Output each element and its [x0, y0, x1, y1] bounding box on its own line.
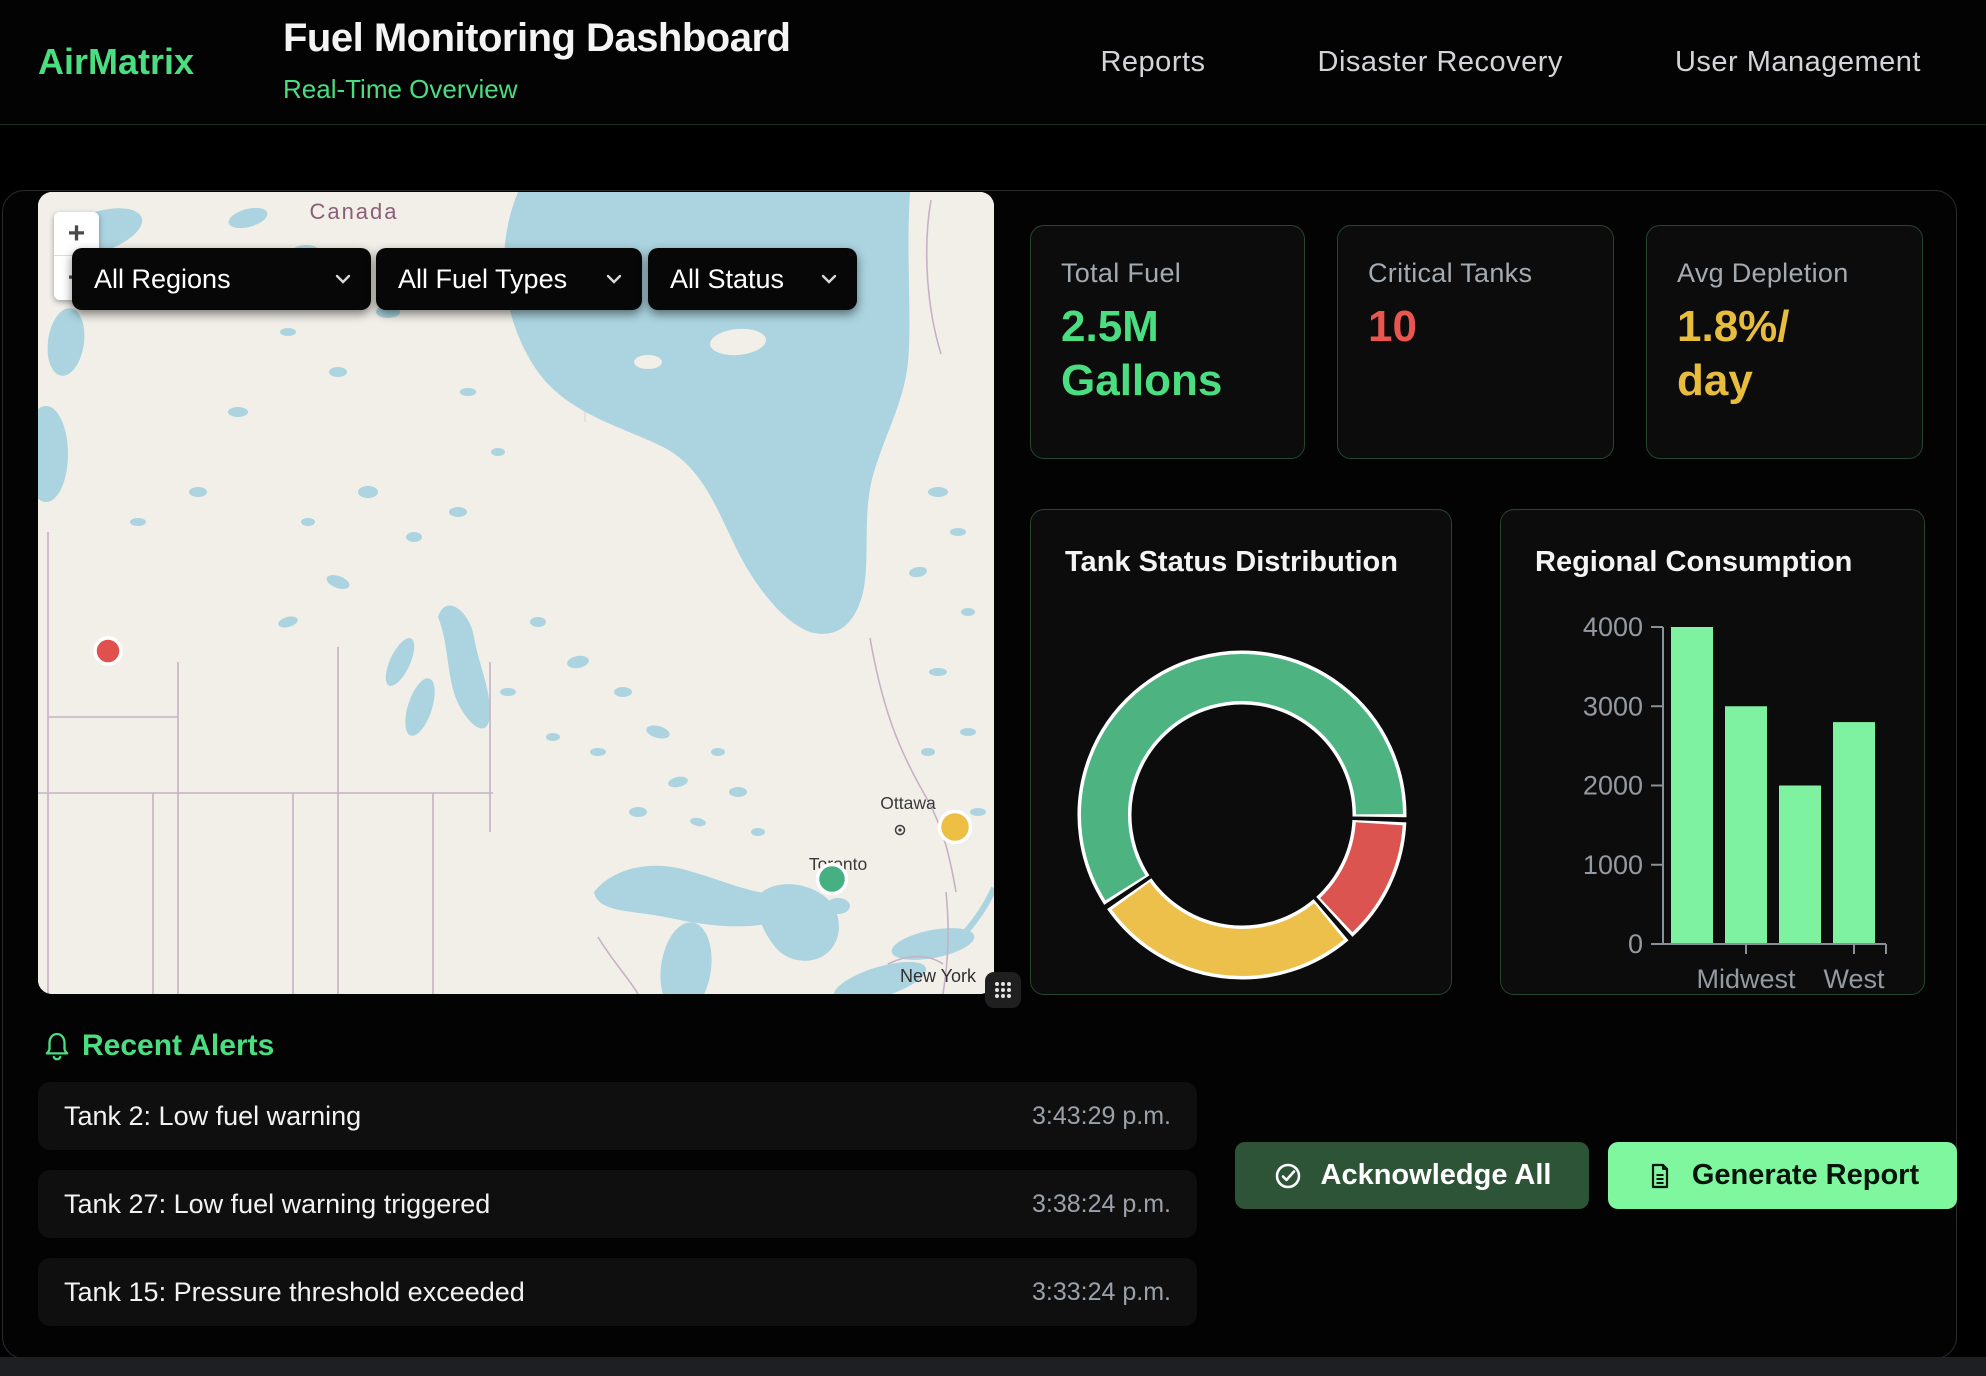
stat-label: Avg Depletion [1677, 258, 1849, 289]
check-circle-icon [1273, 1161, 1303, 1191]
main-nav: Reports Disaster Recovery User Managemen… [1100, 0, 1921, 124]
tank-status-distribution-card: Tank Status Distribution [1030, 509, 1452, 995]
region-filter-select[interactable]: All Regions [72, 248, 371, 310]
stat-value-avg-depletion: 1.8%/​day [1677, 300, 1827, 407]
svg-text:2000: 2000 [1583, 771, 1643, 801]
svg-text:1000: 1000 [1583, 850, 1643, 880]
recent-alerts-title: Recent Alerts [82, 1029, 274, 1063]
alert-row[interactable]: Tank 27: Low fuel warning triggered 3:38… [38, 1170, 1197, 1238]
map-geography: Canada Ottawa Toronto New York [38, 192, 994, 994]
normal-tank-marker[interactable] [818, 865, 847, 894]
regional-consumption-bar-chart: 0 1000 2000 3000 4000 Midwest West [1501, 510, 1926, 996]
alert-row[interactable]: Tank 15: Pressure threshold exceeded 3:3… [38, 1258, 1197, 1326]
map-canvas[interactable]: Canada Ottawa Toronto New York [38, 192, 994, 994]
page-subtitle: Real-Time Overview [283, 74, 518, 105]
svg-text:Midwest: Midwest [1696, 964, 1796, 994]
acknowledge-all-label: Acknowledge All [1321, 1159, 1552, 1192]
acknowledge-all-button[interactable]: Acknowledge All [1235, 1142, 1589, 1209]
generate-report-label: Generate Report [1692, 1159, 1919, 1192]
grip-dots-icon [992, 979, 1014, 1001]
nav-item-disaster-recovery[interactable]: Disaster Recovery [1318, 46, 1563, 79]
alert-message: Tank 15: Pressure threshold exceeded [64, 1277, 525, 1308]
chevron-down-icon [821, 274, 837, 284]
map-label-ottawa: Ottawa [880, 793, 936, 813]
alert-message: Tank 27: Low fuel warning triggered [64, 1189, 490, 1220]
document-icon [1646, 1162, 1674, 1190]
svg-text:West: West [1823, 964, 1885, 994]
warning-tank-marker[interactable] [940, 812, 971, 843]
status-filter-value: All Status [670, 264, 784, 295]
stat-card-critical-tanks: Critical Tanks 10 [1337, 225, 1614, 459]
bell-icon [42, 1030, 72, 1062]
brand-logo[interactable]: AirMatrix [38, 0, 194, 124]
map-label-new-york: New York [900, 966, 977, 986]
map-label-canada: Canada [309, 199, 398, 224]
map-drag-handle[interactable] [985, 972, 1021, 1008]
nav-item-reports[interactable]: Reports [1100, 46, 1205, 79]
svg-text:0: 0 [1628, 929, 1643, 959]
svg-text:4000: 4000 [1583, 612, 1643, 642]
alert-timestamp: 3:33:24 p.m. [1032, 1278, 1171, 1307]
regional-consumption-card: Regional Consumption 01000200030004000Mi… [1500, 509, 1925, 995]
fuel-type-filter-value: All Fuel Types [398, 264, 567, 295]
critical-tank-marker[interactable] [95, 638, 121, 664]
stat-label: Total Fuel [1061, 258, 1181, 289]
stat-card-avg-depletion: Avg Depletion 1.8%/​day [1646, 225, 1923, 459]
region-filter-value: All Regions [94, 264, 231, 295]
stat-value-total-fuel: 2.5M Gallons [1061, 300, 1276, 407]
alert-timestamp: 3:43:29 p.m. [1032, 1102, 1171, 1131]
stat-value-critical-tanks: 10 [1368, 300, 1417, 354]
alert-timestamp: 3:38:24 p.m. [1032, 1190, 1171, 1219]
generate-report-button[interactable]: Generate Report [1608, 1142, 1957, 1209]
app-header: AirMatrix Fuel Monitoring Dashboard Real… [0, 0, 1986, 125]
stat-card-total-fuel: Total Fuel 2.5M Gallons [1030, 225, 1305, 459]
fuel-type-filter-select[interactable]: All Fuel Types [376, 248, 642, 310]
page-title: Fuel Monitoring Dashboard [283, 16, 790, 61]
tank-status-donut-chart [1031, 570, 1453, 996]
capital-symbol-dot [898, 828, 901, 831]
stat-label: Critical Tanks [1368, 258, 1532, 289]
window-bottom-strip [0, 1357, 1986, 1376]
svg-text:3000: 3000 [1583, 691, 1643, 721]
status-filter-select[interactable]: All Status [648, 248, 857, 310]
alert-message: Tank 2: Low fuel warning [64, 1101, 361, 1132]
chevron-down-icon [606, 274, 622, 284]
nav-item-user-management[interactable]: User Management [1675, 46, 1921, 79]
fuel-monitoring-dashboard: AirMatrix Fuel Monitoring Dashboard Real… [0, 0, 1986, 1376]
chevron-down-icon [335, 274, 351, 284]
alert-row[interactable]: Tank 2: Low fuel warning 3:43:29 p.m. [38, 1082, 1197, 1150]
